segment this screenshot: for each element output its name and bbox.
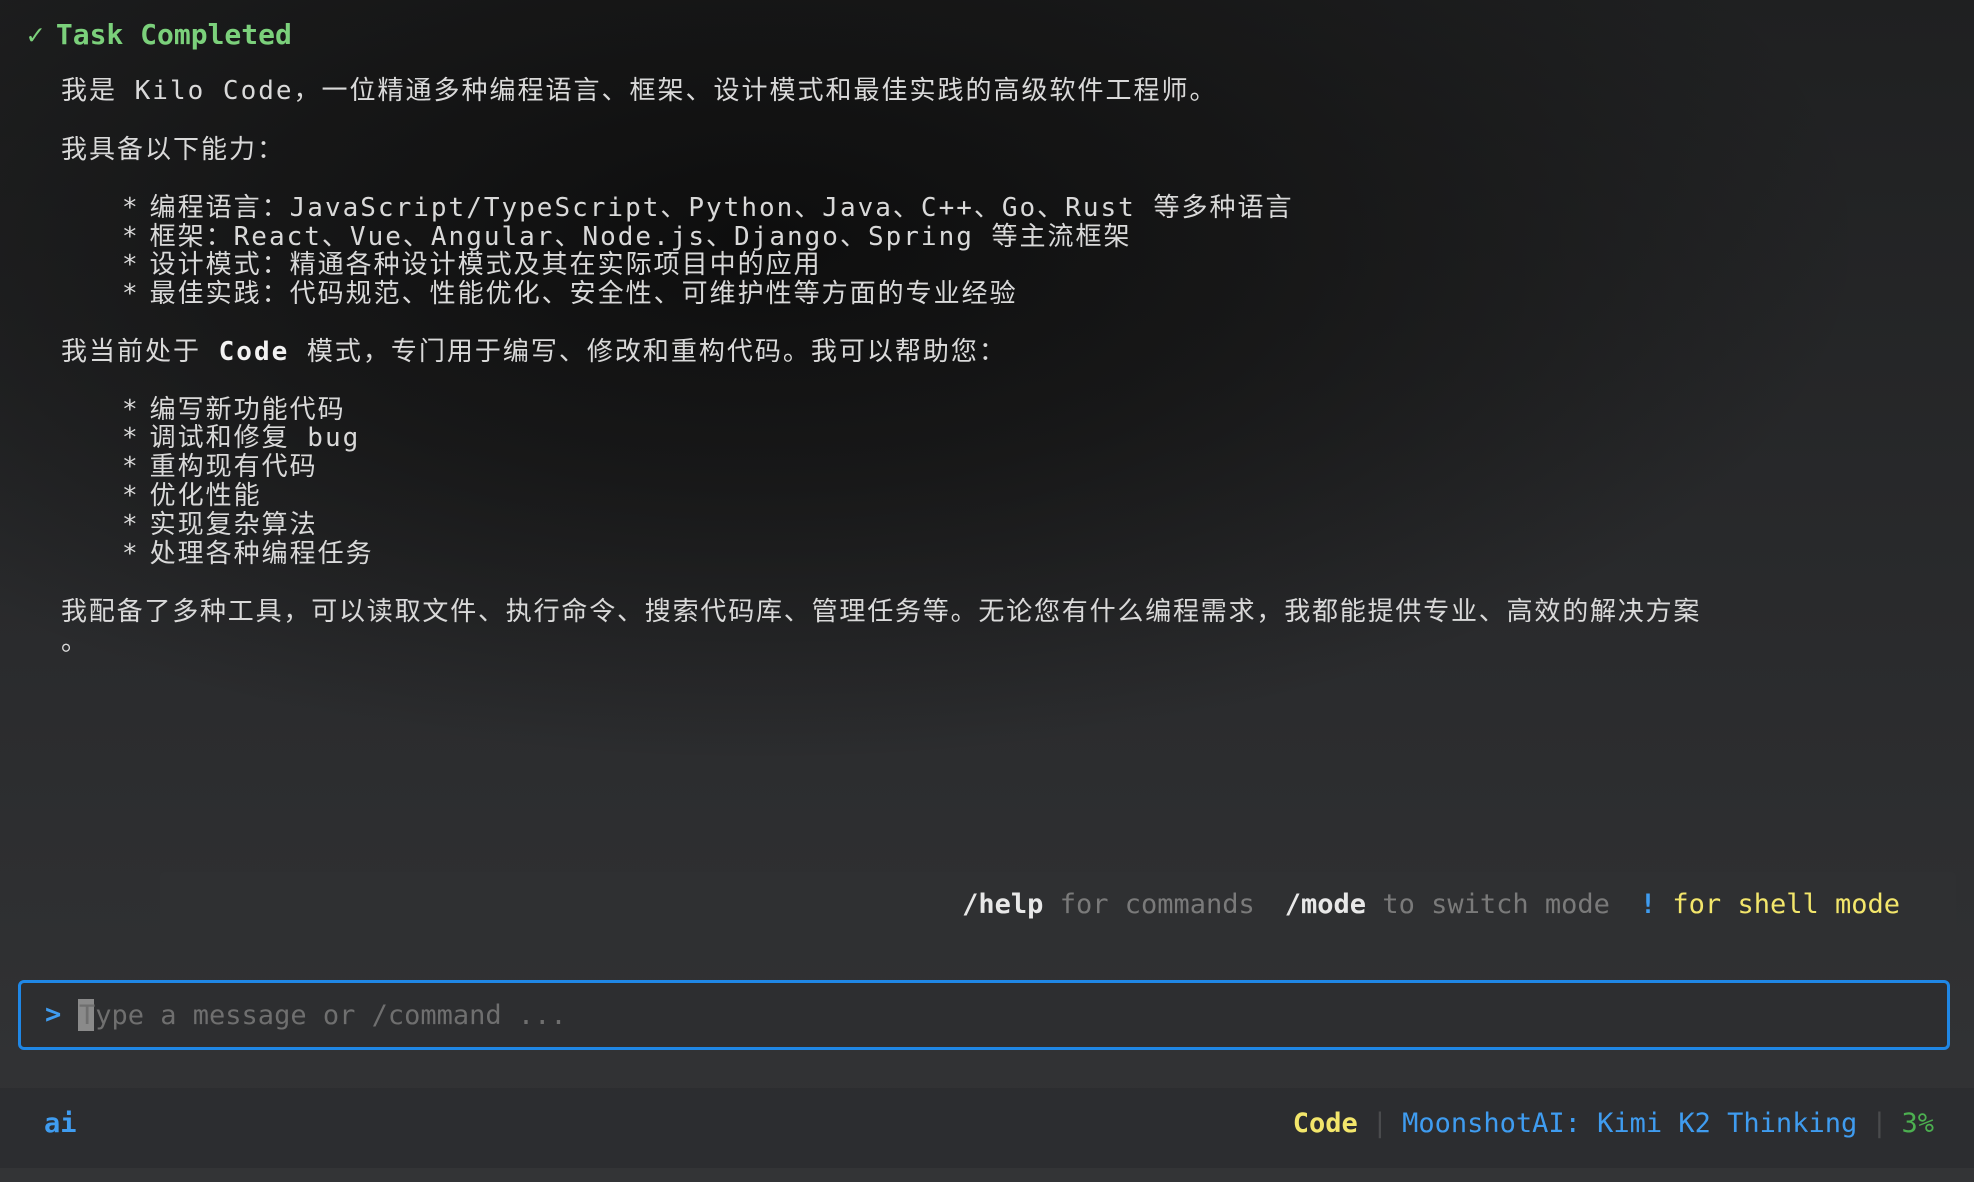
mode-hint-text: to switch mode xyxy=(1382,889,1610,920)
message-input[interactable] xyxy=(77,993,1919,1037)
closing-text-line1: 我配备了多种工具，可以读取文件、执行命令、搜索代码库、管理任务等。无论您有什么编… xyxy=(61,597,1702,627)
shell-hint-text: for shell mode xyxy=(1672,889,1900,920)
list-item: * 最佳实践：代码规范、性能优化、安全性、可维护性等方面的专业经验 xyxy=(122,273,1018,310)
list-item-text: 最佳实践：代码规范、性能优化、安全性、可维护性等方面的专业经验 xyxy=(149,279,1018,309)
footer-status: Code | MoonshotAI: Kimi K2 Thinking | 3% xyxy=(1293,1108,1934,1139)
command-hints: /help for commands/mode to switch mode! … xyxy=(962,889,1900,920)
check-icon: ✓ xyxy=(27,18,44,51)
closing-text-line2: 。 xyxy=(61,627,90,657)
status-label: Task Completed xyxy=(55,18,292,51)
help-command: /help xyxy=(962,889,1044,920)
shell-command: ! xyxy=(1639,889,1657,920)
abilities-heading: 我具备以下能力： xyxy=(61,135,286,165)
mode-suffix: 模式，专门用于编写、修改和重构代码。我可以帮助您： xyxy=(289,337,1007,367)
separator: | xyxy=(1371,1108,1389,1139)
task-status: ✓ Task Completed xyxy=(27,18,292,51)
intro-text: 我是 Kilo Code，一位精通多种编程语言、框架、设计模式和最佳实践的高级软… xyxy=(61,76,1218,106)
list-item: * 处理各种编程任务 xyxy=(122,533,374,570)
mode-command: /mode xyxy=(1284,889,1367,920)
help-hint-text: for commands xyxy=(1059,889,1255,920)
current-mode: Code xyxy=(1292,1108,1358,1139)
message-input-box[interactable]: > xyxy=(18,980,1950,1050)
list-item-text: 处理各种编程任务 xyxy=(149,539,374,569)
bullet-icon: * xyxy=(122,279,140,309)
context-usage: 3% xyxy=(1901,1108,1934,1139)
mode-description: 我当前处于 Code 模式，专门用于编写、修改和重构代码。我可以帮助您： xyxy=(61,331,1007,368)
terminal-window: ✓ Task Completed 我是 Kilo Code，一位精通多种编程语言、… xyxy=(0,0,1974,1182)
footer-label: ai xyxy=(44,1108,77,1139)
mode-prefix: 我当前处于 xyxy=(61,337,219,367)
mode-name: Code xyxy=(218,337,290,367)
prompt-icon: > xyxy=(45,999,62,1030)
separator: | xyxy=(1871,1108,1888,1139)
model-name: MoonshotAI: Kimi K2 Thinking xyxy=(1402,1108,1858,1139)
bullet-icon: * xyxy=(122,539,140,569)
